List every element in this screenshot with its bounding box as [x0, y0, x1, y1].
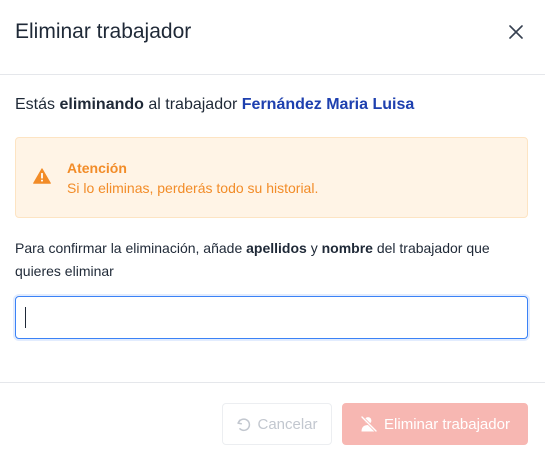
- intro-prefix: Estás: [15, 96, 60, 113]
- intro-text: Estás eliminando al trabajador Fernández…: [15, 96, 414, 114]
- worker-name: Fernández Maria Luisa: [241, 96, 415, 113]
- confirm-part2: y: [306, 240, 322, 256]
- intro-middle: al trabajador: [143, 96, 242, 113]
- intro-bold: eliminando: [59, 96, 144, 113]
- text-caret: [25, 307, 26, 328]
- worker-name-input[interactable]: [15, 296, 528, 339]
- confirm-instructions: Para confirmar la eliminación, añade ape…: [15, 237, 530, 283]
- cancel-label: Cancelar: [257, 415, 318, 433]
- dialog-header: Eliminar trabajador: [0, 0, 545, 75]
- remove-user-icon: [360, 416, 378, 432]
- alert-title: Atención: [67, 160, 127, 176]
- confirm-bold1: apellidos: [246, 240, 307, 256]
- undo-icon: [237, 417, 251, 431]
- close-icon: [509, 25, 523, 39]
- warning-alert: Atención Si lo eliminas, perderás todo s…: [15, 137, 528, 218]
- dialog-title: Eliminar trabajador: [15, 20, 192, 43]
- delete-label: Eliminar trabajador: [384, 415, 510, 433]
- confirm-bold2: nombre: [321, 240, 373, 256]
- confirm-part1: Para confirmar la eliminación, añade: [15, 240, 247, 256]
- warning-icon: [33, 168, 51, 184]
- cancel-button[interactable]: Cancelar: [222, 403, 332, 445]
- alert-message: Si lo eliminas, perderás todo su histori…: [67, 180, 319, 196]
- close-button[interactable]: [509, 25, 529, 45]
- delete-worker-button[interactable]: Eliminar trabajador: [342, 403, 528, 445]
- delete-worker-dialog: Eliminar trabajador Estás eliminando al …: [0, 0, 545, 461]
